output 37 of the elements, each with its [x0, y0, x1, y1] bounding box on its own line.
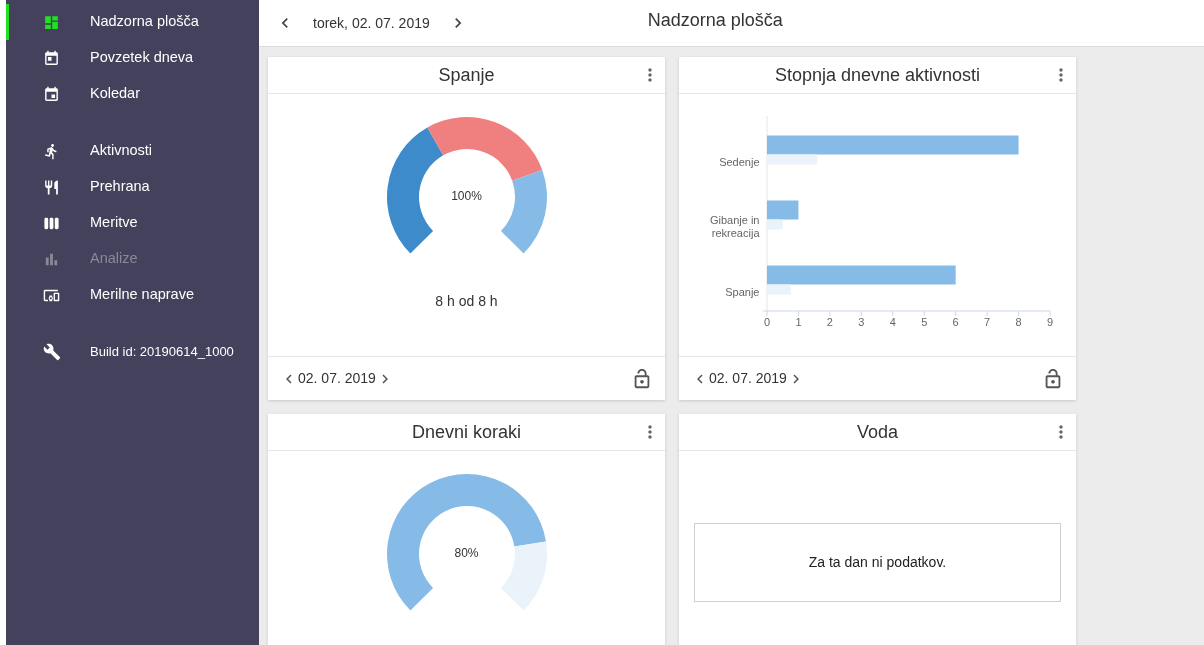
axis-tick-label: 7 — [983, 316, 990, 328]
axis-tick-label: 6 — [952, 316, 959, 328]
card-title: Stopnja dnevne aktivnosti — [774, 63, 981, 87]
wrench-icon — [43, 343, 61, 361]
gauge-value: 100% — [450, 188, 483, 205]
axis-tick-label: 2 — [826, 316, 833, 328]
axis-tick-label: 5 — [920, 316, 927, 328]
axis-tick-label: 9 — [1046, 316, 1053, 328]
axis-tick-label: 0 — [763, 316, 770, 328]
card-title: Spanje — [438, 63, 495, 87]
dashboard-icon — [43, 13, 60, 31]
card-title: Dnevni koraki — [411, 420, 521, 444]
calendar-icon — [43, 85, 60, 103]
sidebar-item[interactable]: Prehrana — [6, 169, 259, 205]
category-label: Sedenje — [718, 155, 760, 168]
page-title: Nadzorna plošča — [647, 8, 783, 32]
calendar-icon — [43, 49, 60, 67]
gauge-caption: 8 h od 8 h — [435, 292, 498, 311]
card-date: 02. 07. 2019 — [709, 369, 787, 388]
axis-tick-label: 4 — [889, 316, 896, 328]
axis-tick-label: 8 — [1015, 316, 1022, 328]
sidebar-item[interactable]: Koledar — [6, 76, 259, 112]
fork-knife-icon — [43, 178, 60, 196]
current-date: torek, 02. 07. 2019 — [313, 13, 430, 33]
sidebar-item[interactable]: Merilne naprave — [6, 277, 259, 313]
build-id-text: Build id: 20190614_1000 — [90, 343, 234, 362]
axis-tick-label: 3 — [857, 316, 864, 328]
empty-message-box: Za ta dan ni podatkov. — [694, 523, 1061, 602]
gauge-value: 80% — [453, 545, 480, 562]
sidebar-item[interactable]: Aktivnosti — [6, 133, 259, 169]
category-label: Spanje — [724, 285, 760, 298]
category-label: Gibanje in rekreacija — [708, 213, 760, 240]
card-date: 02. 07. 2019 — [298, 369, 376, 388]
sidebar-item[interactable]: Meritve — [6, 205, 259, 241]
sidebar-item[interactable]: Povzetek dneva — [6, 40, 259, 76]
card-title: Voda — [856, 420, 898, 444]
axis-tick-label: 1 — [794, 316, 801, 328]
